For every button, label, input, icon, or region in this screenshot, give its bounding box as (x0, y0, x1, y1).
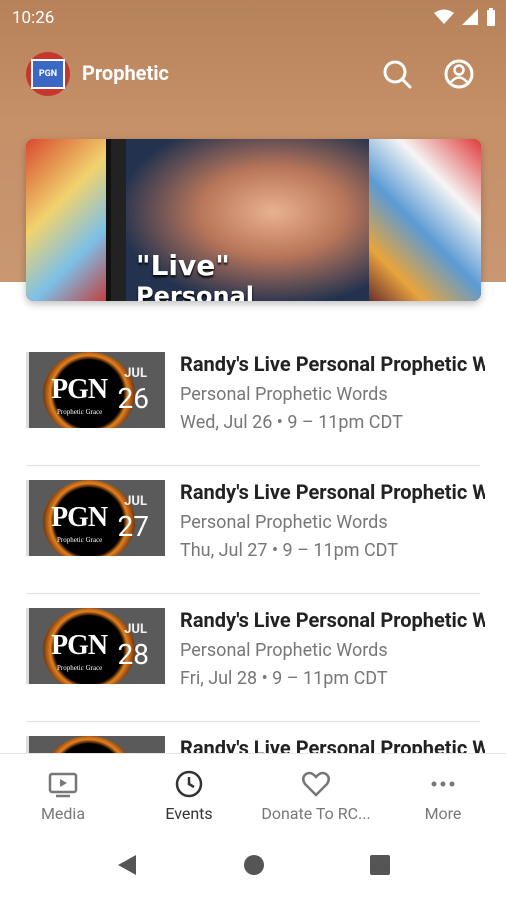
app-title: Prophetic (82, 61, 169, 85)
event-title: Randy's Live Personal Prophetic Words (180, 608, 485, 632)
event-thumbnail: PGN Prophetic Grace JUL 26 (26, 352, 165, 428)
nav-events[interactable]: Events (126, 754, 252, 834)
nav-donate-label: Donate To RC... (261, 804, 371, 823)
hero-caption-line2: Personal (136, 282, 254, 301)
hero-banner[interactable]: "Live" Personal (26, 139, 481, 301)
clock-icon (175, 770, 203, 798)
account-button[interactable] (442, 57, 476, 91)
status-icons (434, 8, 496, 26)
nav-media-label: Media (40, 804, 86, 823)
status-time: 10:26 (12, 8, 55, 28)
event-subtitle: Personal Prophetic Words (180, 640, 388, 661)
event-datetime: Thu, Jul 27 • 9 – 11pm CDT (180, 540, 398, 561)
status-bar: 10:26 (0, 0, 506, 36)
media-icon (48, 772, 78, 798)
event-title: Randy's Live Personal Prophetic Words (180, 480, 485, 504)
event-datetime: Fri, Jul 28 • 9 – 11pm CDT (180, 668, 388, 689)
nav-more-label: More (424, 804, 462, 823)
hero-divider (106, 139, 111, 301)
thumbnail-month: JUL (124, 494, 147, 509)
heart-icon (302, 771, 330, 797)
app-bar: PGN Prophetic (0, 45, 506, 105)
back-icon[interactable] (116, 853, 138, 877)
nav-media[interactable]: Media (0, 754, 126, 834)
thumbnail-day: 26 (117, 382, 149, 415)
thumbnail-logo: PGN (51, 630, 108, 661)
system-nav-bar (0, 833, 506, 900)
nav-donate[interactable]: Donate To RC... (253, 754, 379, 834)
event-title: Randy's Live Personal Prophetic Words (180, 352, 485, 376)
thumbnail-logo: PGN (51, 502, 108, 533)
battery-icon (487, 8, 495, 26)
thumbnail-logo: PGN (51, 374, 108, 405)
event-item[interactable]: PGN Prophetic Grace JUL 26 Randy's Live … (0, 338, 506, 466)
thumbnail-sub: Prophetic Grace (57, 408, 103, 416)
thumbnail-day: 27 (117, 510, 149, 543)
event-item[interactable]: PGN Prophetic Grace JUL 28 Randy's Live … (0, 594, 506, 722)
home-icon[interactable] (243, 853, 265, 877)
nav-events-label: Events (165, 804, 213, 823)
hero-image-left (26, 139, 106, 301)
event-item[interactable]: PGN Prophetic Grace JUL 27 Randy's Live … (0, 466, 506, 594)
thumbnail-month: JUL (124, 622, 147, 637)
hero-caption: "Live" Personal (136, 249, 254, 301)
thumbnail-sub: Prophetic Grace (57, 664, 103, 672)
event-thumbnail: PGN Prophetic Grace JUL 28 (26, 608, 165, 684)
search-icon (383, 60, 412, 89)
event-datetime: Wed, Jul 26 • 9 – 11pm CDT (180, 412, 403, 433)
wifi-icon (434, 9, 454, 24)
event-subtitle: Personal Prophetic Words (180, 384, 388, 405)
event-thumbnail: PGN Prophetic Grace JUL 27 (26, 480, 165, 556)
signal-icon (462, 9, 478, 25)
app-logo-text: PGN (31, 59, 65, 89)
search-button[interactable] (380, 57, 414, 91)
hero-image-right (369, 139, 481, 301)
nav-more[interactable]: More (380, 754, 506, 834)
hero-caption-line1: "Live" (136, 249, 230, 282)
thumbnail-month: JUL (124, 366, 147, 381)
event-subtitle: Personal Prophetic Words (180, 512, 388, 533)
app-logo[interactable]: PGN (26, 52, 70, 96)
thumbnail-day: 28 (117, 638, 149, 671)
more-icon (431, 781, 455, 787)
bottom-nav: Media Events Donate To RC... More (0, 753, 506, 834)
thumbnail-sub: Prophetic Grace (57, 536, 103, 544)
recents-icon[interactable] (369, 853, 391, 877)
account-icon (444, 59, 474, 89)
